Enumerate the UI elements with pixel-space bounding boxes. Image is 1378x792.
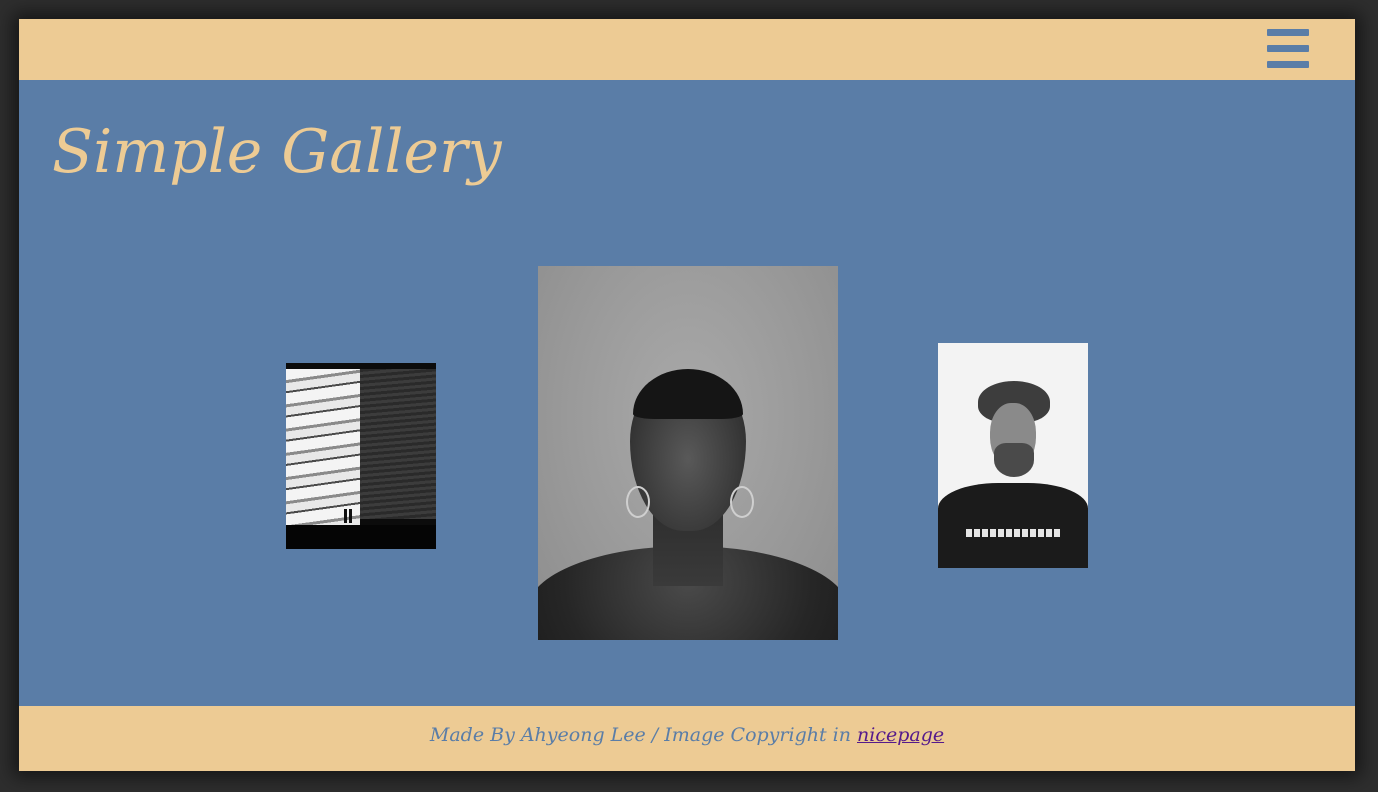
earring-right [730, 486, 754, 518]
shirt-print [966, 529, 1062, 537]
page-frame: Simple Gallery Made By Ahyeong Lee / Ima… [19, 19, 1355, 771]
hamburger-menu-button[interactable] [1267, 29, 1311, 69]
menu-bar-3 [1267, 61, 1309, 68]
footer: Made By Ahyeong Lee / Image Copyright in… [19, 706, 1355, 771]
portrait-shirt [938, 483, 1088, 568]
footer-credit-text: Made By Ahyeong Lee / Image Copyright in [429, 724, 857, 746]
silhouette-figure [344, 509, 347, 523]
gallery-photo-portrait-man[interactable] [938, 343, 1088, 568]
building-facade-dark [360, 369, 436, 519]
photo-ground [286, 525, 436, 549]
nicepage-link[interactable]: nicepage [857, 724, 944, 746]
earring-left [626, 486, 650, 518]
menu-bar-1 [1267, 29, 1309, 36]
footer-credit: Made By Ahyeong Lee / Image Copyright in… [19, 724, 1355, 746]
gallery-photo-portrait-woman[interactable] [538, 266, 838, 640]
portrait-hair [633, 369, 743, 419]
top-bar [19, 19, 1355, 80]
portrait-beard [994, 443, 1034, 477]
silhouette-figure [349, 509, 352, 523]
menu-bar-2 [1267, 45, 1309, 52]
page-title: Simple Gallery [52, 117, 502, 187]
gallery-photo-architecture[interactable] [286, 363, 436, 549]
